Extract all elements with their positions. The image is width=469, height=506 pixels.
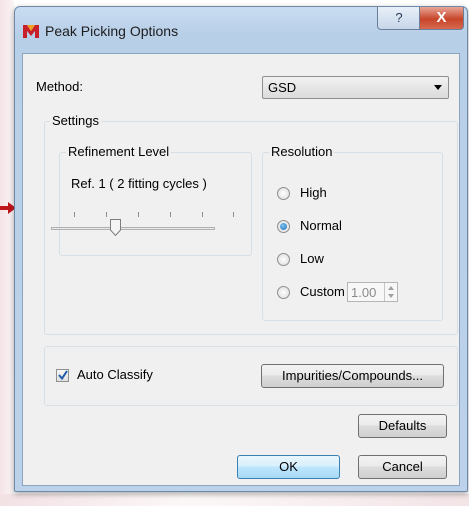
slider-thumb[interactable]: [110, 219, 121, 236]
slider-tick: [74, 212, 75, 217]
slider-tick: [233, 212, 234, 217]
dialog-window: Peak Picking Options ? X Method: GSD Set…: [14, 6, 468, 492]
close-icon: X: [436, 9, 447, 26]
refinement-group: [59, 152, 252, 256]
method-value: GSD: [268, 80, 297, 95]
resolution-normal-radio[interactable]: [277, 220, 290, 233]
stepper-buttons[interactable]: [384, 283, 397, 301]
refinement-label: Refinement Level: [66, 144, 172, 159]
auto-classify-label[interactable]: Auto Classify: [77, 367, 153, 382]
dialog-content: Method: GSD Settings Refinement Level Re…: [22, 53, 460, 486]
checkmark-icon: [58, 370, 68, 380]
method-label: Method:: [36, 79, 83, 94]
resolution-label: Resolution: [269, 144, 335, 159]
resolution-low-radio[interactable]: [277, 253, 290, 266]
impurities-compounds-button[interactable]: Impurities/Compounds...: [261, 364, 444, 388]
slider-tick: [202, 212, 203, 217]
method-dropdown[interactable]: GSD: [262, 76, 449, 99]
help-button[interactable]: ?: [377, 7, 421, 30]
chevron-down-icon: [434, 85, 442, 90]
custom-resolution-stepper[interactable]: 1.00: [347, 282, 398, 302]
defaults-button[interactable]: Defaults: [358, 414, 447, 438]
slider-track[interactable]: [51, 227, 215, 230]
dialog-title: Peak Picking Options: [45, 23, 179, 39]
auto-classify-checkbox[interactable]: [56, 369, 69, 382]
close-button[interactable]: X: [419, 7, 464, 30]
settings-label: Settings: [50, 113, 101, 128]
background-strip: [0, 0, 14, 506]
slider-tick: [138, 212, 139, 217]
resolution-normal-label[interactable]: Normal: [300, 218, 342, 233]
chevron-down-icon[interactable]: [388, 294, 394, 298]
cancel-button[interactable]: Cancel: [358, 455, 447, 479]
help-icon: ?: [395, 10, 403, 25]
slider-tick: [106, 212, 107, 217]
resolution-high-radio[interactable]: [277, 187, 290, 200]
refinement-value: Ref. 1 ( 2 fitting cycles ): [71, 176, 207, 191]
slider-tick: [170, 212, 171, 217]
chevron-up-icon[interactable]: [388, 286, 394, 290]
resolution-custom-label[interactable]: Custom: [300, 284, 345, 299]
title-bar[interactable]: Peak Picking Options ? X: [15, 7, 467, 53]
resolution-high-label[interactable]: High: [300, 185, 327, 200]
ok-button[interactable]: OK: [237, 455, 340, 479]
background-bottom: [0, 494, 469, 506]
custom-resolution-value: 1.00: [351, 285, 377, 300]
resolution-custom-radio[interactable]: [277, 286, 290, 299]
app-logo-icon: [23, 25, 39, 38]
resolution-low-label[interactable]: Low: [300, 251, 324, 266]
